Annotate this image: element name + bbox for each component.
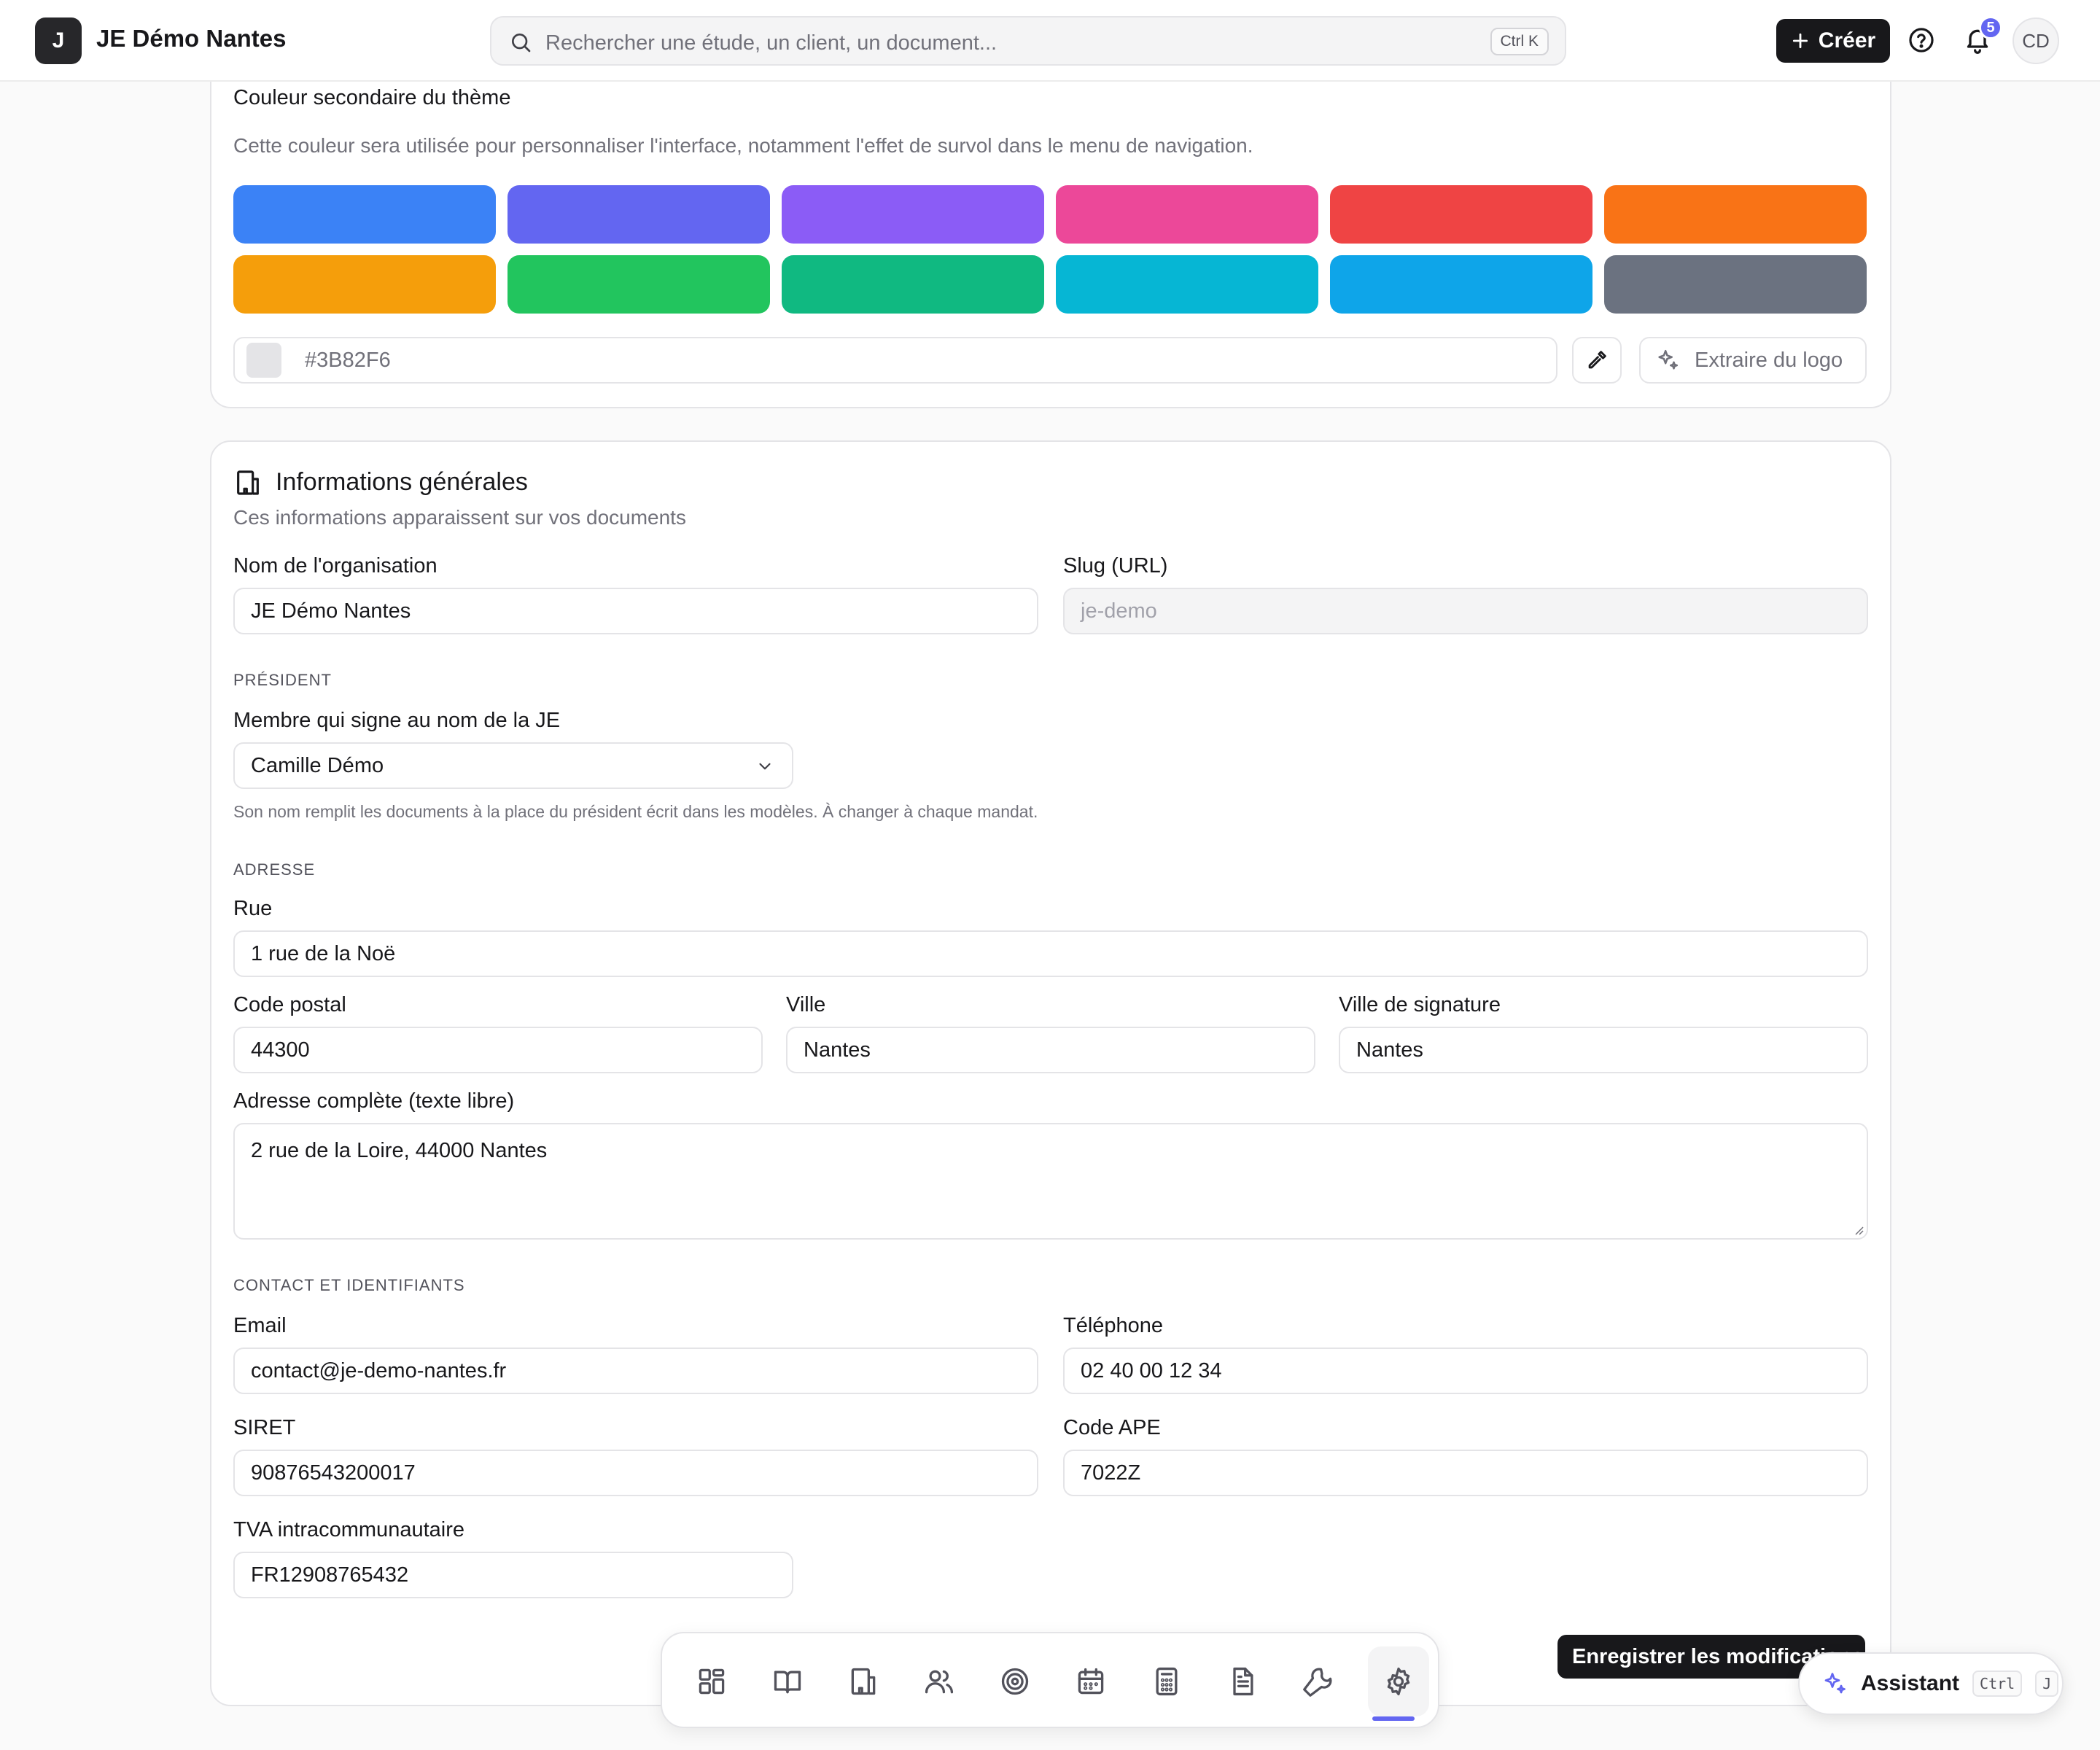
slug-input: je-demo [1063,588,1868,634]
siret-label: SIRET [233,1416,296,1439]
help-icon[interactable] [1908,26,1935,54]
search-bar[interactable]: Rechercher une étude, un client, un docu… [490,16,1566,66]
signature-city-label: Ville de signature [1339,993,1501,1016]
signer-select[interactable]: Camille Démo [233,742,793,789]
color-swatch[interactable] [508,255,770,314]
users-icon[interactable] [920,1662,958,1700]
calendar-icon[interactable] [1072,1662,1110,1700]
color-swatch[interactable] [508,185,770,244]
signer-label: Membre qui signe au nom de la JE [233,709,561,732]
president-section-caption: PRÉSIDENT [233,671,332,689]
phone-field[interactable]: 02 40 00 12 34 [1063,1348,1868,1394]
vat-label: TVA intracommunautaire [233,1518,464,1541]
ape-code-label: Code APE [1063,1416,1161,1439]
address-section-caption: ADRESSE [233,860,316,879]
settings-icon[interactable] [1380,1662,1418,1700]
color-swatch[interactable] [1056,185,1318,244]
calculator-icon[interactable] [1148,1662,1186,1700]
color-swatch[interactable] [233,185,496,244]
avatar[interactable]: CD [2012,18,2059,64]
building-icon [233,468,262,497]
color-swatch[interactable] [1604,255,1867,314]
org-name-label: Nom de l'organisation [233,554,438,578]
general-info-subtitle: Ces informations apparaissent sur vos do… [233,506,686,529]
search-placeholder: Rechercher une étude, un client, un docu… [545,31,998,55]
create-button[interactable]: Créer [1776,19,1890,63]
notification-badge: 5 [1979,16,2002,39]
wrench-icon[interactable] [1299,1662,1337,1700]
dashboard-icon[interactable] [693,1662,731,1700]
color-swatch[interactable] [1056,255,1318,314]
search-icon [509,31,532,54]
city-label: Ville [786,993,826,1016]
assistant-shortcut-key: J [2035,1671,2059,1697]
postal-code-label: Code postal [233,993,346,1016]
color-swatch[interactable] [233,255,496,314]
siret-field[interactable]: 90876543200017 [233,1450,1038,1496]
vat-field[interactable]: FR12908765432 [233,1552,793,1598]
phone-label: Téléphone [1063,1314,1164,1337]
logo-letter: J [52,28,65,52]
full-address-label: Adresse complète (texte libre) [233,1089,515,1113]
eyedropper-icon [1584,348,1609,373]
signature-city-input[interactable]: Nantes [1339,1027,1868,1073]
search-shortcut: Ctrl K [1490,28,1549,55]
extract-from-logo-button[interactable]: Extraire du logo [1639,337,1867,384]
color-preview [246,343,281,378]
chevron-down-icon [755,757,774,776]
resize-handle-icon[interactable] [1852,1224,1864,1235]
dock-active-indicator [1372,1716,1415,1721]
hex-color-placeholder: #3B82F6 [305,348,391,372]
document-icon[interactable] [1224,1662,1261,1700]
color-swatch[interactable] [782,255,1044,314]
hex-color-input[interactable]: #3B82F6 [233,337,1558,384]
street-input[interactable]: 1 rue de la Noë [233,930,1868,977]
target-icon[interactable] [996,1662,1034,1700]
assistant-button[interactable]: Assistant Ctrl J [1798,1652,2064,1715]
city-input[interactable]: Nantes [786,1027,1315,1073]
plus-icon [1791,31,1810,50]
general-info-card: Informations générales Ces informations … [210,440,1891,1706]
signer-selected-value: Camille Démo [251,753,384,777]
signer-help-text: Son nom remplit les documents à la place… [233,802,1038,821]
theme-color-description: Cette couleur sera utilisée pour personn… [233,134,1253,157]
postal-code-input[interactable]: 44300 [233,1027,763,1073]
slug-label: Slug (URL) [1063,554,1168,578]
ape-code-field[interactable]: 7022Z [1063,1450,1868,1496]
building-icon[interactable] [844,1662,882,1700]
book-icon[interactable] [769,1662,806,1700]
sparkles-icon [1821,1671,1848,1697]
full-address-textarea[interactable]: 2 rue de la Loire, 44000 Nantes [233,1123,1868,1240]
bottom-nav-dock [661,1632,1439,1728]
create-label: Créer [1818,28,1876,52]
color-swatch[interactable] [1604,185,1867,244]
eyedropper-button[interactable] [1572,337,1622,384]
street-label: Rue [233,897,273,920]
email-field[interactable]: contact@je-demo-nantes.fr [233,1348,1038,1394]
color-swatch[interactable] [1330,255,1592,314]
theme-color-card: Couleur secondaire du thème Cette couleu… [210,44,1891,408]
assistant-shortcut-ctrl: Ctrl [1972,1671,2023,1697]
general-info-title: Informations générales [276,468,528,496]
org-name[interactable]: JE Démo Nantes [96,25,286,52]
email-label: Email [233,1314,287,1337]
theme-color-title: Couleur secondaire du thème [233,86,511,109]
color-swatch[interactable] [782,185,1044,244]
sparkles-icon [1655,348,1680,373]
assistant-label: Assistant [1861,1671,1960,1695]
contact-section-caption: CONTACT ET IDENTIFIANTS [233,1276,465,1294]
top-bar: J JE Démo Nantes Rechercher une étude, u… [0,0,2100,82]
extract-label: Extraire du logo [1695,348,1843,372]
full-address-value: 2 rue de la Loire, 44000 Nantes [251,1139,548,1162]
color-swatch[interactable] [1330,185,1592,244]
org-logo[interactable]: J [35,18,82,64]
org-name-input[interactable]: JE Démo Nantes [233,588,1038,634]
